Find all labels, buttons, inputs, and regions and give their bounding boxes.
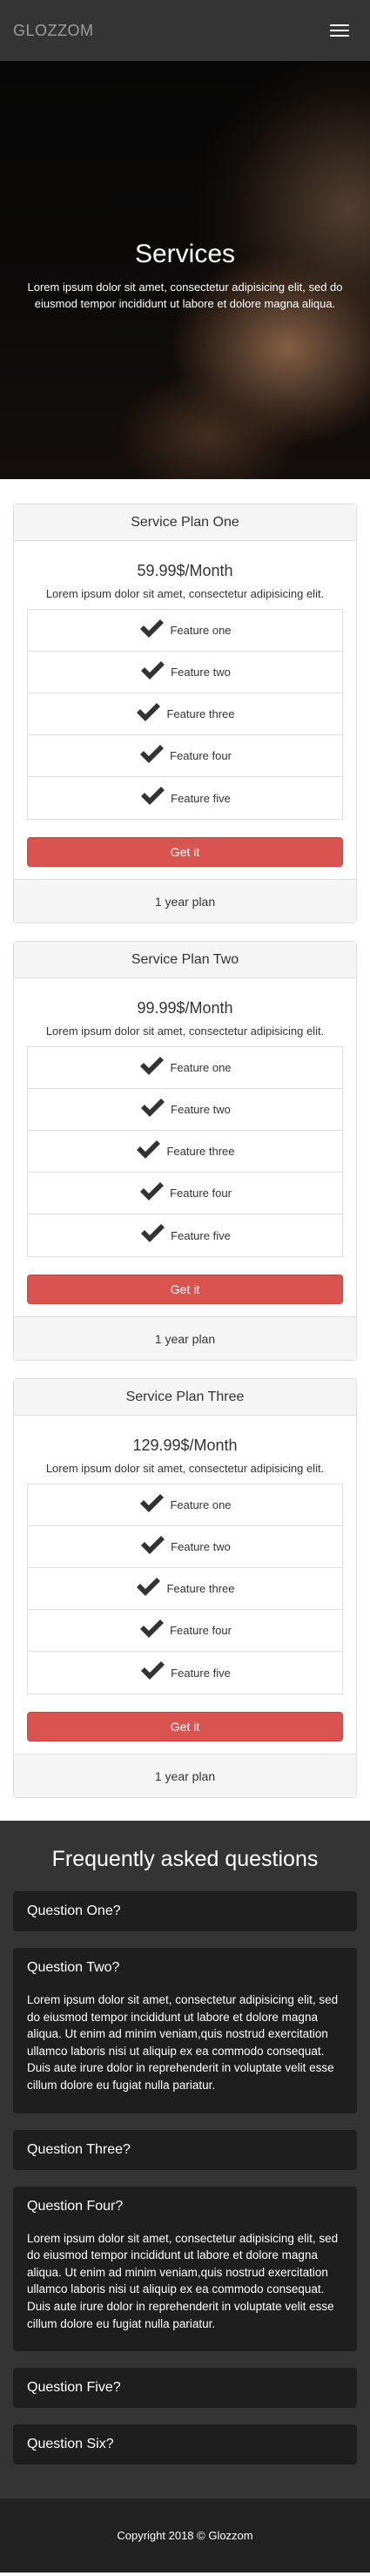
feature-label: Feature three — [166, 1582, 235, 1595]
feature-item: Feature four — [28, 735, 342, 777]
service-plans: Service Plan One 59.99$/Month Lorem ipsum … — [0, 479, 370, 1821]
faq-item: Question One? — [13, 1891, 357, 1931]
feature-label: Feature one — [170, 624, 232, 637]
feature-label: Feature five — [171, 1228, 231, 1242]
brand-logo[interactable]: GLOZZOM — [13, 22, 94, 40]
feature-label: Feature two — [171, 666, 231, 679]
navbar: GLOZZOM — [0, 0, 370, 61]
faq-question[interactable]: Question Five? — [13, 2368, 357, 2408]
feature-label: Feature one — [170, 1498, 232, 1511]
feature-list: Feature one Feature two Feature three Featu… — [27, 1046, 343, 1257]
plan-card: Service Plan One 59.99$/Month Lorem ipsum … — [13, 504, 357, 923]
faq-item: Question Three? — [13, 2129, 357, 2170]
check-icon — [135, 1138, 161, 1160]
faq-question[interactable]: Question Six? — [13, 2424, 357, 2464]
faq-list: Question One? Question Two? Lorem ipsum do… — [13, 1891, 357, 2465]
check-icon — [138, 1054, 165, 1077]
feature-label: Feature two — [171, 1103, 231, 1116]
feature-item: Feature two — [28, 1526, 342, 1568]
check-icon — [138, 1491, 165, 1514]
plan-title: Service Plan One — [14, 504, 356, 541]
plan-body: 59.99$/Month Lorem ipsum dolor sit amet, … — [14, 541, 356, 879]
plan-duration: 1 year plan — [14, 879, 356, 923]
faq-question[interactable]: Question One? — [13, 1891, 357, 1931]
copyright-text: Copyright 2018 © Glozzom — [117, 2529, 253, 2543]
check-icon — [135, 700, 161, 723]
get-it-button[interactable]: Get it — [27, 837, 343, 867]
feature-item: Feature three — [28, 693, 342, 735]
check-icon — [138, 1617, 165, 1640]
check-icon — [139, 659, 165, 681]
faq-answer: Lorem ipsum dolor sit amet, consectetur … — [27, 1993, 339, 2092]
feature-label: Feature five — [171, 791, 231, 805]
plan-price: 99.99$/Month — [137, 999, 233, 1017]
feature-list: Feature one Feature two Feature three Featu… — [27, 609, 343, 820]
feature-item: Feature two — [28, 652, 342, 693]
get-it-button[interactable]: Get it — [27, 1274, 343, 1304]
plan-title: Service Plan Three — [14, 1379, 356, 1416]
faq-item: Question Two? Lorem ipsum dolor sit amet,… — [13, 1948, 357, 2113]
feature-item: Feature five — [28, 1214, 342, 1256]
hero-section: Services Lorem ipsum dolor sit amet, con… — [0, 61, 370, 479]
feature-item: Feature five — [28, 777, 342, 819]
feature-label: Feature five — [171, 1666, 231, 1680]
faq-question[interactable]: Question Three? — [13, 2130, 357, 2170]
plan-duration: 1 year plan — [14, 1316, 356, 1360]
plan-price: 129.99$/Month — [132, 1437, 238, 1454]
feature-item: Feature one — [28, 1047, 342, 1089]
check-icon — [139, 784, 165, 807]
plan-price: 59.99$/Month — [137, 562, 233, 579]
feature-item: Feature four — [28, 1173, 342, 1214]
check-icon — [139, 1533, 165, 1556]
feature-label: Feature one — [170, 1061, 232, 1074]
menu-bar — [330, 30, 349, 31]
plan-body: 99.99$/Month Lorem ipsum dolor sit amet, … — [14, 978, 356, 1316]
feature-item: Feature three — [28, 1568, 342, 1610]
plan-card: Service Plan Two 99.99$/Month Lorem ipsum … — [13, 941, 357, 1361]
plan-duration: 1 year plan — [14, 1754, 356, 1797]
faq-question[interactable]: Question Two? — [13, 1948, 357, 1988]
hamburger-menu-icon[interactable] — [325, 17, 354, 44]
faq-item: Question Five? — [13, 2368, 357, 2409]
plan-title: Service Plan Two — [14, 942, 356, 978]
feature-item: Feature one — [28, 1484, 342, 1526]
feature-label: Feature three — [166, 707, 235, 720]
plan-body: 129.99$/Month Lorem ipsum dolor sit amet,… — [14, 1416, 356, 1754]
menu-bar — [330, 24, 349, 26]
page-footer: Copyright 2018 © Glozzom — [0, 2498, 370, 2573]
feature-label: Feature four — [170, 749, 232, 762]
feature-item: Feature five — [28, 1652, 342, 1694]
feature-label: Feature three — [166, 1145, 235, 1158]
check-icon — [135, 1575, 161, 1598]
feature-label: Feature two — [171, 1540, 231, 1553]
faq-item: Question Four? Lorem ipsum dolor sit amet… — [13, 2186, 357, 2352]
faq-item: Question Six? — [13, 2424, 357, 2465]
check-icon — [139, 1659, 165, 1681]
faq-title: Frequently asked questions — [51, 1847, 319, 1871]
faq-section: Frequently asked questions Question One?… — [0, 1821, 370, 2499]
feature-item: Feature two — [28, 1089, 342, 1131]
plan-card: Service Plan Three 129.99$/Month Lorem ips… — [13, 1378, 357, 1798]
faq-answer: Lorem ipsum dolor sit amet, consectetur … — [27, 2231, 339, 2330]
feature-item: Feature three — [28, 1131, 342, 1173]
page-title: Services — [134, 240, 236, 268]
check-icon — [139, 1096, 165, 1119]
check-icon — [138, 617, 165, 639]
check-icon — [139, 1221, 165, 1244]
check-icon — [138, 742, 165, 765]
feature-item: Feature four — [28, 1610, 342, 1652]
feature-item: Feature one — [28, 610, 342, 652]
check-icon — [138, 1180, 165, 1202]
plan-description: Lorem ipsum dolor sit amet, consectetur … — [45, 1024, 325, 1038]
feature-label: Feature four — [170, 1187, 232, 1200]
hero-description: Lorem ipsum dolor sit amet, consectetur … — [27, 281, 343, 310]
feature-list: Feature one Feature two Feature three Featu… — [27, 1484, 343, 1694]
feature-label: Feature four — [170, 1624, 232, 1637]
get-it-button[interactable]: Get it — [27, 1712, 343, 1741]
plan-description: Lorem ipsum dolor sit amet, consectetur … — [45, 587, 325, 600]
menu-bar — [330, 35, 349, 37]
plan-description: Lorem ipsum dolor sit amet, consectetur … — [45, 1462, 325, 1475]
faq-question[interactable]: Question Four? — [13, 2187, 357, 2227]
